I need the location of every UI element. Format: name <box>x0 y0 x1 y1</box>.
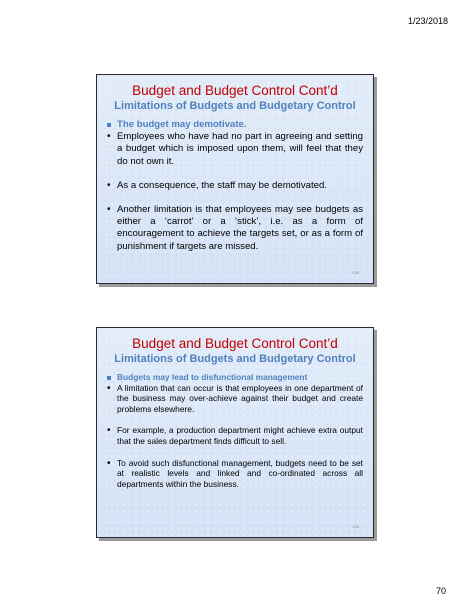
bullet-text: Employees who have had no part in agreei… <box>117 131 363 167</box>
bullet-item: Employees who have had no part in agreei… <box>107 131 363 168</box>
bullet-icon <box>107 425 117 436</box>
bullet-icon <box>107 204 117 216</box>
square-bullet-icon <box>107 119 117 131</box>
bullet-icon <box>107 180 117 192</box>
bullet-icon <box>107 383 117 394</box>
slide-heading-item: Budgets may lead to disfunctional manage… <box>107 372 363 383</box>
slide-heading-item: The budget may demotivate. <box>107 119 363 131</box>
page-number: 70 <box>435 586 446 596</box>
bullet-text: Another limitation is that employees may… <box>117 204 363 252</box>
slide-thumbnail: Budget and Budget Control Cont’d Limitat… <box>96 327 374 538</box>
bullet-item: To avoid such disfunctional management, … <box>107 458 363 490</box>
bullet-item: As a consequence, the staff may be demot… <box>107 180 363 192</box>
page-date: 1/23/2018 <box>407 16 448 26</box>
bullet-item: A limitation that can occur is that empl… <box>107 383 363 415</box>
bullet-item: Another limitation is that employees may… <box>107 204 363 253</box>
slide-title: Budget and Budget Control Cont’d <box>132 336 338 351</box>
slide-subtitle: Limitations of Budgets and Budgetary Con… <box>114 100 356 112</box>
bullet-text: A limitation that can occur is that empl… <box>117 382 363 414</box>
slide-subtitle: Limitations of Budgets and Budgetary Con… <box>114 353 356 365</box>
bullet-icon <box>107 458 117 469</box>
slide-title: Budget and Budget Control Cont’d <box>132 83 338 98</box>
slide-number: 139 <box>352 270 359 275</box>
bullet-item: For example, a production department mig… <box>107 425 363 446</box>
slide-heading: The budget may demotivate. <box>117 119 247 130</box>
bullet-text: To avoid such disfunctional management, … <box>117 457 363 489</box>
slide-heading: Budgets may lead to disfunctional manage… <box>117 372 308 382</box>
bullet-text: For example, a production department mig… <box>117 425 363 446</box>
slide-thumbnail: Budget and Budget Control Cont’d Limitat… <box>96 74 374 284</box>
square-bullet-icon <box>107 372 117 383</box>
slide-number: 140 <box>352 524 359 529</box>
bullet-text: As a consequence, the staff may be demot… <box>117 179 327 191</box>
bullet-icon <box>107 131 117 143</box>
